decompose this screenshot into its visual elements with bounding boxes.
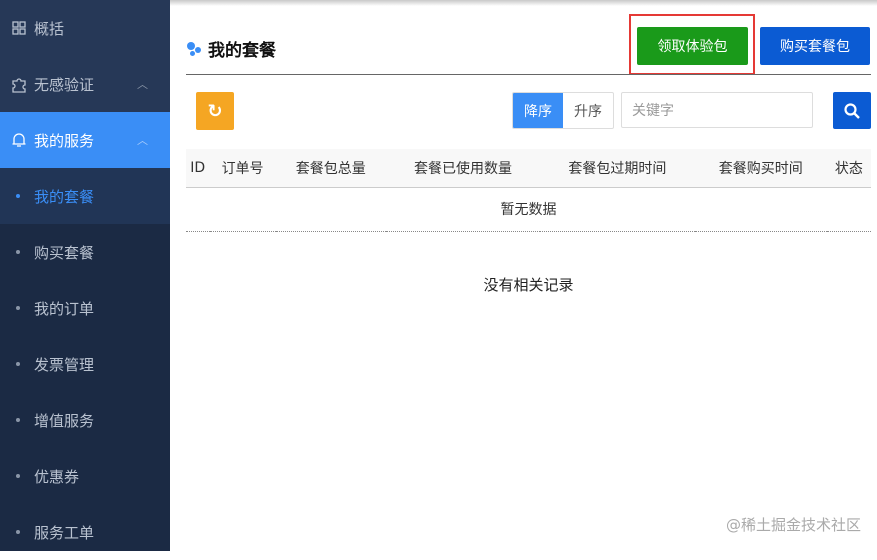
sidebar-item-label: 无感验证 — [34, 75, 95, 94]
no-records-message: 没有相关记录 — [483, 276, 574, 294]
title-divider — [186, 74, 871, 75]
sort-desc-button[interactable]: 降序 — [513, 93, 563, 128]
sidebar-subitem-buy-packages[interactable]: 购买套餐 — [0, 224, 170, 280]
chevron-up-icon: ︿ — [137, 134, 148, 147]
bullet-icon — [16, 418, 20, 422]
sidebar-subitem-my-orders[interactable]: 我的订单 — [0, 280, 170, 336]
bullet-icon — [16, 250, 20, 254]
column-header[interactable]: 套餐已使用数量 — [385, 149, 541, 188]
page-title-text: 我的套餐 — [208, 41, 276, 61]
chevron-up-icon: ︿ — [137, 78, 148, 91]
buy-package-button[interactable]: 购买套餐包 — [760, 27, 870, 65]
bullet-icon — [16, 530, 20, 534]
page-title: 我的套餐 — [186, 36, 276, 61]
empty-row: 暂无数据 — [186, 187, 871, 232]
sidebar-subitem-label: 我的套餐 — [34, 187, 95, 206]
bell-icon — [10, 132, 28, 148]
highlight-box — [629, 14, 755, 75]
sidebar-subitem-label: 增值服务 — [34, 411, 95, 430]
column-header[interactable]: 订单号 — [209, 149, 276, 188]
main-content: 我的套餐 领取体验包 购买套餐包 ↻ 降序 升序 关键字 ID 订单号 套餐包总… — [170, 0, 877, 551]
refresh-button[interactable]: ↻ — [196, 92, 234, 130]
packages-table: ID 订单号 套餐包总量 套餐已使用数量 套餐包过期时间 套餐购买时间 状态 暂… — [186, 149, 871, 232]
column-header[interactable]: 状态 — [826, 149, 871, 188]
search-button[interactable] — [833, 92, 871, 129]
keyword-input[interactable]: 关键字 — [621, 92, 813, 128]
sidebar-subitem-label: 我的订单 — [34, 299, 95, 318]
sidebar-item-label: 概括 — [34, 19, 65, 38]
sidebar-subitem-coupons[interactable]: 优惠券 — [0, 448, 170, 504]
column-header[interactable]: 套餐包过期时间 — [540, 149, 695, 188]
dots-icon — [186, 41, 204, 57]
bullet-icon — [16, 194, 20, 198]
sidebar-subitem-value-added[interactable]: 增值服务 — [0, 392, 170, 448]
bullet-icon — [16, 306, 20, 310]
sidebar-subitem-label: 服务工单 — [34, 523, 95, 542]
search-icon — [844, 102, 860, 119]
sort-toggle: 降序 升序 — [512, 92, 614, 129]
sidebar-item-overview[interactable]: 概括 — [0, 0, 170, 56]
bullet-icon — [16, 362, 20, 366]
sidebar-item-label: 我的服务 — [34, 131, 95, 150]
sort-asc-button[interactable]: 升序 — [563, 93, 613, 128]
puzzle-icon — [10, 75, 28, 93]
column-header[interactable]: ID — [186, 149, 210, 188]
sidebar: 概括 无感验证 ︿ 我的服务 ︿ 我的套餐 购买套餐 我的订单 发票管理 增值服… — [0, 0, 170, 551]
sidebar-subitem-my-packages[interactable]: 我的套餐 — [0, 168, 170, 224]
sidebar-subitem-label: 购买套餐 — [34, 243, 95, 262]
top-shadow — [170, 0, 877, 6]
column-header[interactable]: 套餐包总量 — [275, 149, 386, 188]
sidebar-subitem-invoices[interactable]: 发票管理 — [0, 336, 170, 392]
grid-icon — [10, 21, 28, 35]
refresh-icon: ↻ — [207, 100, 223, 122]
sidebar-subitem-tickets[interactable]: 服务工单 — [0, 504, 170, 560]
sidebar-subitem-label: 优惠券 — [34, 467, 80, 486]
sidebar-item-my-services[interactable]: 我的服务 ︿ — [0, 112, 170, 168]
column-header[interactable]: 套餐购买时间 — [694, 149, 827, 188]
sidebar-subitem-label: 发票管理 — [34, 355, 95, 374]
sidebar-item-captcha[interactable]: 无感验证 ︿ — [0, 56, 170, 112]
bullet-icon — [16, 474, 20, 478]
watermark: @稀土掘金技术社区 — [725, 516, 861, 534]
